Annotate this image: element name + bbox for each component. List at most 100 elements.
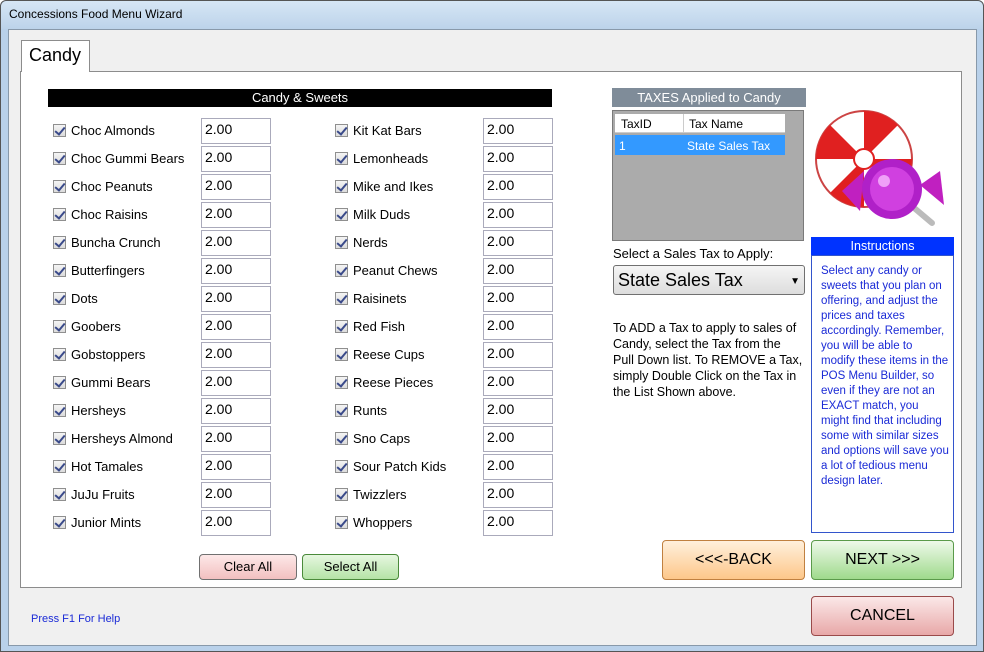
checkbox[interactable] — [335, 460, 348, 473]
price-input[interactable]: 2.00 — [201, 202, 271, 228]
price-input[interactable]: 2.00 — [201, 454, 271, 480]
candy-name: Choc Almonds — [71, 123, 155, 138]
checkbox[interactable] — [53, 404, 66, 417]
price-input[interactable]: 2.00 — [201, 370, 271, 396]
checkbox[interactable] — [335, 208, 348, 221]
checkbox[interactable] — [335, 236, 348, 249]
candy-name: Hot Tamales — [71, 459, 144, 474]
window-title: Concessions Food Menu Wizard — [9, 7, 183, 21]
dropdown-value: State Sales Tax — [618, 270, 743, 290]
checkbox[interactable] — [53, 264, 66, 277]
candy-name: Lemonheads — [353, 151, 429, 166]
checkbox[interactable] — [335, 292, 348, 305]
checkbox[interactable] — [335, 264, 348, 277]
tax-name-cell: State Sales Tax — [687, 139, 771, 153]
back-button[interactable]: <<<-BACK — [662, 540, 805, 580]
candy-name: Choc Gummi Bears — [71, 151, 185, 166]
select-all-button[interactable]: Select All — [302, 554, 399, 580]
price-input[interactable]: 2.00 — [483, 314, 553, 340]
price-input[interactable]: 2.00 — [201, 314, 271, 340]
checkbox[interactable] — [53, 180, 66, 193]
candy-name: Dots — [71, 291, 98, 306]
checkbox[interactable] — [53, 320, 66, 333]
price-input[interactable]: 2.00 — [483, 342, 553, 368]
cancel-button[interactable]: CANCEL — [811, 596, 954, 636]
checkbox[interactable] — [335, 488, 348, 501]
checkbox[interactable] — [53, 376, 66, 389]
checkbox[interactable] — [335, 320, 348, 333]
price-input[interactable]: 2.00 — [483, 510, 553, 536]
tax-list-row[interactable]: 1 State Sales Tax — [615, 135, 785, 155]
checkbox[interactable] — [335, 180, 348, 193]
price-input[interactable]: 2.00 — [201, 510, 271, 536]
checkbox[interactable] — [53, 124, 66, 137]
tab-candy[interactable]: Candy — [21, 40, 90, 72]
candy-name: Twizzlers — [353, 487, 407, 502]
candy-name: Goobers — [71, 319, 121, 334]
checkbox[interactable] — [53, 516, 66, 529]
candy-name: Reese Pieces — [353, 375, 434, 390]
candy-name: Peanut Chews — [353, 263, 438, 278]
candy-name: Hersheys Almond — [71, 431, 173, 446]
sales-tax-dropdown[interactable]: State Sales Tax ▼ — [613, 265, 805, 295]
price-input[interactable]: 2.00 — [201, 118, 271, 144]
checkbox[interactable] — [53, 460, 66, 473]
price-input[interactable]: 2.00 — [483, 258, 553, 284]
price-input[interactable]: 2.00 — [483, 426, 553, 452]
price-input[interactable]: 2.00 — [483, 286, 553, 312]
price-input[interactable]: 2.00 — [201, 398, 271, 424]
price-input[interactable]: 2.00 — [483, 370, 553, 396]
clear-all-button[interactable]: Clear All — [199, 554, 297, 580]
price-input[interactable]: 2.00 — [483, 398, 553, 424]
price-input[interactable]: 2.00 — [201, 342, 271, 368]
price-input[interactable]: 2.00 — [201, 426, 271, 452]
candy-name: Mike and Ikes — [353, 179, 434, 194]
candy-name: Reese Cups — [353, 347, 425, 362]
sales-tax-select-label: Select a Sales Tax to Apply: — [613, 246, 774, 261]
checkbox[interactable] — [53, 236, 66, 249]
candy-name: Sno Caps — [353, 431, 411, 446]
price-input[interactable]: 2.00 — [483, 202, 553, 228]
candy-name: Nerds — [353, 235, 388, 250]
price-input[interactable]: 2.00 — [201, 230, 271, 256]
checkbox[interactable] — [53, 348, 66, 361]
candy-name: Choc Raisins — [71, 207, 148, 222]
candy-name: Butterfingers — [71, 263, 145, 278]
next-button[interactable]: NEXT >>> — [811, 540, 954, 580]
checkbox[interactable] — [53, 292, 66, 305]
price-input[interactable]: 2.00 — [483, 454, 553, 480]
title-bar[interactable]: Concessions Food Menu Wizard — [1, 1, 983, 29]
checkbox[interactable] — [53, 152, 66, 165]
checkbox[interactable] — [335, 404, 348, 417]
price-input[interactable]: 2.00 — [483, 230, 553, 256]
tax-list[interactable]: TaxID Tax Name 1 State Sales Tax — [612, 110, 804, 241]
checkbox[interactable] — [335, 348, 348, 361]
price-input[interactable]: 2.00 — [201, 482, 271, 508]
candy-name: Milk Duds — [353, 207, 411, 222]
checkbox[interactable] — [53, 488, 66, 501]
price-input[interactable]: 2.00 — [201, 286, 271, 312]
checkbox[interactable] — [335, 124, 348, 137]
candy-name: Choc Peanuts — [71, 179, 153, 194]
price-input[interactable]: 2.00 — [483, 482, 553, 508]
checkbox[interactable] — [335, 152, 348, 165]
price-input[interactable]: 2.00 — [483, 146, 553, 172]
checkbox[interactable] — [335, 376, 348, 389]
price-input[interactable]: 2.00 — [201, 258, 271, 284]
candy-name: Raisinets — [353, 291, 407, 306]
tax-id-cell: 1 — [619, 139, 626, 153]
tax-list-header: TaxID Tax Name — [615, 114, 785, 133]
price-input[interactable]: 2.00 — [201, 146, 271, 172]
candy-name: Whoppers — [353, 515, 413, 530]
section-header: Candy & Sweets — [48, 89, 552, 107]
candy-icon — [815, 110, 944, 226]
candy-name: Gummi Bears — [71, 375, 151, 390]
checkbox[interactable] — [53, 432, 66, 445]
checkbox[interactable] — [53, 208, 66, 221]
price-input[interactable]: 2.00 — [483, 118, 553, 144]
checkbox[interactable] — [335, 432, 348, 445]
price-input[interactable]: 2.00 — [483, 174, 553, 200]
checkbox[interactable] — [335, 516, 348, 529]
price-input[interactable]: 2.00 — [201, 174, 271, 200]
candy-name: Buncha Crunch — [71, 235, 161, 250]
